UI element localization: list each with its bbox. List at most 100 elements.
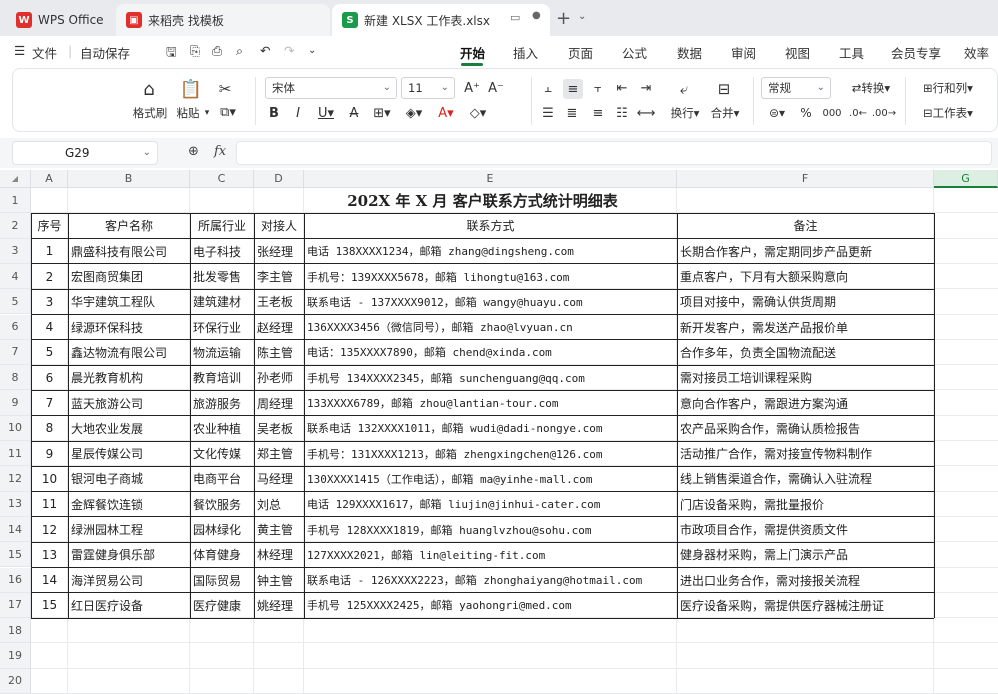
cell-customer[interactable]: 绿洲园林工程 (71, 517, 189, 542)
cell-customer[interactable]: 银河电子商城 (71, 466, 189, 491)
header-contact-person[interactable]: 对接人 (254, 213, 304, 238)
cell-contact-person[interactable]: 钟主管 (257, 568, 303, 593)
row-header-2[interactable]: 2 (0, 213, 31, 239)
cell-customer[interactable]: 金辉餐饮连锁 (71, 492, 189, 517)
merge-cells-icon[interactable]: ⊟ (713, 79, 735, 99)
cell-industry[interactable]: 文化传媒 (193, 441, 253, 466)
cell-contact-person[interactable]: 姚经理 (257, 593, 303, 618)
zoom-search-icon[interactable]: ⊕ (188, 144, 199, 159)
header-index[interactable]: 序号 (31, 213, 68, 238)
menu-tab-tools[interactable]: 工具 (839, 43, 864, 62)
row-header-20[interactable]: 20 (0, 668, 31, 694)
menu-tab-data[interactable]: 数据 (677, 43, 702, 62)
cell-contact-person[interactable]: 吴老板 (257, 416, 303, 441)
row-header-1[interactable]: 1 (0, 188, 31, 214)
font-color-icon[interactable]: A▾ (433, 104, 459, 122)
cell-customer[interactable]: 鑫达物流有限公司 (71, 340, 189, 365)
chevron-down-icon[interactable]: ⌄ (578, 11, 586, 22)
align-left-icon[interactable]: ☰ (539, 104, 557, 122)
column-header-D[interactable]: D (254, 170, 304, 188)
cell-index[interactable]: 12 (31, 517, 68, 542)
cell-contact-person[interactable]: 林经理 (257, 542, 303, 567)
cell-contact-info[interactable]: 133XXXX6789，邮箱 zhou@lantian-tour.com (307, 390, 676, 415)
cell-index[interactable]: 10 (31, 466, 68, 491)
header-notes[interactable]: 备注 (677, 213, 934, 238)
cell-industry[interactable]: 环保行业 (193, 315, 253, 340)
cell-index[interactable]: 2 (31, 264, 68, 289)
print-preview-icon[interactable]: ⌕ (236, 43, 243, 59)
cell-contact-info[interactable]: 手机号 125XXXX2425，邮箱 yaohongri@med.com (307, 593, 676, 618)
row-header-13[interactable]: 13 (0, 491, 31, 517)
wrap-text-button[interactable]: 换行 ▾ (665, 105, 705, 121)
header-customer[interactable]: 客户名称 (68, 213, 190, 238)
copy-icon[interactable]: ⧉▾ (215, 103, 241, 121)
cell-notes[interactable]: 长期合作客户，需定期同步产品更新 (680, 239, 933, 264)
cell-industry[interactable]: 园林绿化 (193, 517, 253, 542)
cell-customer[interactable]: 雷霆健身俱乐部 (71, 542, 189, 567)
border-icon[interactable]: ⊞▾ (369, 104, 395, 122)
cell-customer[interactable]: 宏图商贸集团 (71, 264, 189, 289)
cell-contact-person[interactable]: 李主管 (257, 264, 303, 289)
menu-tab-review[interactable]: 审阅 (731, 43, 756, 62)
row-header-12[interactable]: 12 (0, 466, 31, 492)
cell-notes[interactable]: 进出口业务合作，需对接报关流程 (680, 568, 933, 593)
wrap-text-icon[interactable]: ⤶ (673, 79, 695, 99)
column-header-G[interactable]: G (934, 170, 998, 188)
merge-cells-button[interactable]: 合并 ▾ (705, 105, 745, 121)
align-top-icon[interactable]: ⫠ (539, 79, 557, 97)
menu-tab-insert[interactable]: 插入 (513, 43, 538, 62)
increase-decimal-icon[interactable]: .0← (847, 104, 869, 122)
cell-notes[interactable]: 合作多年，负责全国物流配送 (680, 340, 933, 365)
cell-notes[interactable]: 门店设备采购，需批量报价 (680, 492, 933, 517)
cell-notes[interactable]: 健身器材采购，需上门演示产品 (680, 542, 933, 567)
number-format-select[interactable]: 常规 ⌄ (761, 77, 831, 99)
cell-contact-info[interactable]: 电话：135XXXX7890，邮箱 chend@xinda.com (307, 340, 676, 365)
row-header-3[interactable]: 3 (0, 238, 31, 264)
tab-template[interactable]: ▣ 来稻壳 找模板 (116, 4, 330, 36)
column-header-E[interactable]: E (304, 170, 677, 188)
cell-customer[interactable]: 绿源环保科技 (71, 315, 189, 340)
row-header-8[interactable]: 8 (0, 365, 31, 391)
paste-chevron-icon[interactable]: ▾ (203, 107, 211, 119)
cell-customer[interactable]: 星辰传媒公司 (71, 441, 189, 466)
underline-icon[interactable]: U▾ (313, 104, 339, 122)
cell-contact-person[interactable]: 孙老师 (257, 365, 303, 390)
italic-icon[interactable]: I (289, 104, 307, 122)
cell-index[interactable]: 8 (31, 416, 68, 441)
menu-tab-member[interactable]: 会员专享 (891, 43, 941, 62)
cell-industry[interactable]: 体育健身 (193, 542, 253, 567)
cell-notes[interactable]: 新开发客户，需发送产品报价单 (680, 315, 933, 340)
cell-contact-info[interactable]: 电话 138XXXX1234，邮箱 zhang@dingsheng.com (307, 239, 676, 264)
cell-contact-info[interactable]: 127XXXX2021，邮箱 lin@leiting-fit.com (307, 542, 676, 567)
cell-industry[interactable]: 电子科技 (193, 239, 253, 264)
menu-file[interactable]: 文件 (32, 43, 57, 62)
column-header-F[interactable]: F (677, 170, 934, 188)
cell-index[interactable]: 13 (31, 542, 68, 567)
row-header-5[interactable]: 5 (0, 289, 31, 315)
format-painter-button[interactable]: 格式刷 (131, 105, 169, 121)
cell-contact-person[interactable]: 马经理 (257, 466, 303, 491)
column-header-B[interactable]: B (68, 170, 190, 188)
row-header-4[interactable]: 4 (0, 263, 31, 290)
cell-contact-person[interactable]: 黄主管 (257, 517, 303, 542)
bold-icon[interactable]: B (265, 104, 283, 122)
row-header-7[interactable]: 7 (0, 339, 31, 366)
cell-index[interactable]: 14 (31, 568, 68, 593)
menu-tab-page[interactable]: 页面 (568, 43, 593, 62)
cell-index[interactable]: 4 (31, 315, 68, 340)
cell-industry[interactable]: 电商平台 (193, 466, 253, 491)
paste-button[interactable]: 粘贴 (173, 105, 203, 121)
cell-contact-info[interactable]: 电话 129XXXX1617，邮箱 liujin@jinhui-cater.co… (307, 492, 676, 517)
cell-industry[interactable]: 医疗健康 (193, 593, 253, 618)
thousands-icon[interactable]: 000 (821, 104, 843, 122)
row-header-17[interactable]: 17 (0, 592, 31, 619)
cell-notes[interactable]: 线上销售渠道合作，需确认入驻流程 (680, 466, 933, 491)
new-tab-icon[interactable]: + (556, 8, 571, 29)
cell-industry[interactable]: 批发零售 (193, 264, 253, 289)
cell-industry[interactable]: 教育培训 (193, 365, 253, 390)
cell-contact-person[interactable]: 张经理 (257, 239, 303, 264)
header-industry[interactable]: 所属行业 (190, 213, 254, 238)
cell-contact-info[interactable]: 136XXXX3456（微信同号），邮箱 zhao@lvyuan.cn (307, 315, 676, 340)
cell-index[interactable]: 9 (31, 441, 68, 466)
menu-tab-formula[interactable]: 公式 (622, 43, 647, 62)
